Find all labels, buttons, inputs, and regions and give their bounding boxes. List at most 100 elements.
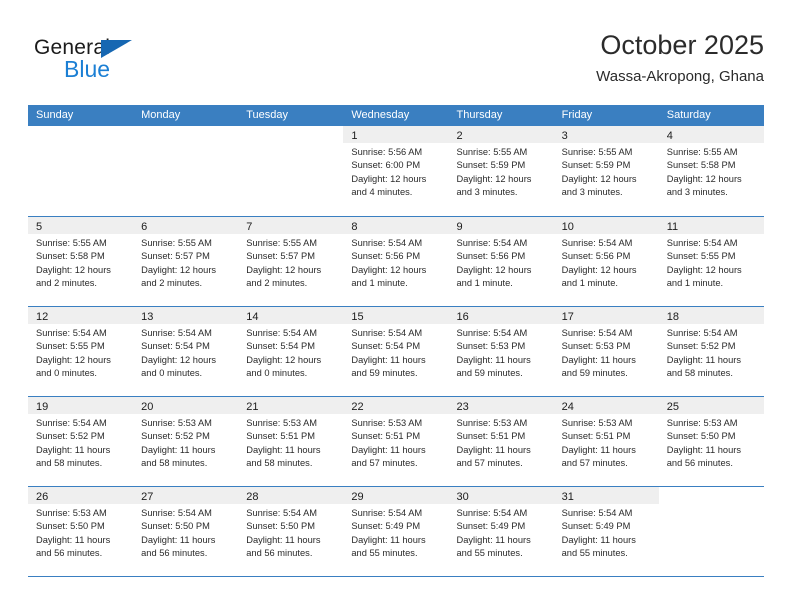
calendar-day-cell[interactable]: 10 Sunrise: 5:54 AM Sunset: 5:56 PM Dayligh… [553,217,659,306]
day-number: 21 [246,401,259,413]
day-number: 10 [561,221,574,233]
daylight-duration-line1: Daylight: 11 hours [351,534,426,545]
day-number-strip: 1 [343,126,449,143]
calendar-day-cell[interactable]: 24 Sunrise: 5:53 AM Sunset: 5:51 PM Dayligh… [553,397,659,486]
daylight-duration-line1: Daylight: 11 hours [456,354,531,365]
sunrise-time: Sunrise: 5:53 AM [666,418,738,428]
day-number: 7 [246,221,253,233]
day-number-strip: 9 [448,217,554,234]
day-number-strip: 15 [343,307,449,324]
calendar-grid: Sunday Monday Tuesday Wednesday Thursday… [28,105,764,577]
daylight-duration-line1: Daylight: 12 hours [351,264,427,275]
day-number-strip: 7 [238,217,344,234]
calendar-day-cell[interactable]: 4 Sunrise: 5:55 AM Sunset: 5:58 PM Daylight… [658,126,764,215]
day-details: Sunrise: 5:54 AM Sunset: 5:49 PM Daylight:… [343,504,448,561]
day-details: Sunrise: 5:56 AM Sunset: 6:00 PM Daylight:… [343,143,448,200]
sunrise-time: Sunrise: 5:54 AM [246,328,318,338]
calendar-week-row: 5 Sunrise: 5:55 AM Sunset: 5:58 PM Daylight… [28,216,764,306]
day-number: 15 [351,311,364,323]
calendar-day-cell[interactable]: 29 Sunrise: 5:54 AM Sunset: 5:49 PM Dayligh… [343,487,449,576]
daylight-duration-line2: and 1 minute. [456,278,513,289]
day-number: 20 [141,401,154,413]
day-number-strip [659,487,764,504]
calendar-day-cell[interactable]: 8 Sunrise: 5:54 AM Sunset: 5:56 PM Daylight… [343,217,449,306]
calendar-day-cell[interactable]: 15 Sunrise: 5:54 AM Sunset: 5:54 PM Dayligh… [343,307,449,396]
day-details: Sunrise: 5:55 AM Sunset: 5:58 PM Daylight:… [28,234,133,291]
calendar-day-cell[interactable]: 31 Sunrise: 5:54 AM Sunset: 5:49 PM Dayligh… [553,487,659,576]
sunset-time: Sunset: 5:52 PM [36,431,105,442]
daylight-duration-line1: Daylight: 12 hours [141,264,217,275]
sunset-time: Sunset: 5:50 PM [246,521,315,532]
calendar-day-cell[interactable]: 30 Sunrise: 5:54 AM Sunset: 5:49 PM Dayligh… [448,487,554,576]
day-details: Sunrise: 5:53 AM Sunset: 5:51 PM Daylight:… [449,414,554,471]
weekday-header-tuesday: Tuesday [246,109,289,121]
sunset-time: Sunset: 5:49 PM [351,521,421,532]
calendar-day-cell[interactable]: 23 Sunrise: 5:53 AM Sunset: 5:51 PM Dayligh… [448,397,554,486]
daylight-duration-line1: Daylight: 11 hours [666,354,741,365]
day-number: 24 [561,401,574,413]
daylight-duration-line2: and 59 minutes. [351,368,418,379]
daylight-duration-line1: Daylight: 11 hours [141,444,216,455]
sunrise-time: Sunrise: 5:54 AM [456,328,528,338]
day-number-strip: 31 [553,487,659,504]
day-details: Sunrise: 5:53 AM Sunset: 5:51 PM Daylight:… [343,414,448,471]
calendar-day-cell[interactable]: 3 Sunrise: 5:55 AM Sunset: 5:59 PM Daylight… [553,126,659,215]
daylight-duration-line1: Daylight: 11 hours [36,534,111,545]
calendar-day-cell[interactable]: 9 Sunrise: 5:54 AM Sunset: 5:56 PM Daylight… [448,217,554,306]
title-block: October 2025 Wassa-Akropong, Ghana [596,28,764,88]
daylight-duration-line2: and 56 minutes. [36,548,103,559]
calendar-day-cell[interactable]: 16 Sunrise: 5:54 AM Sunset: 5:53 PM Dayligh… [448,307,554,396]
sunset-time: Sunset: 5:59 PM [456,160,526,171]
calendar-day-cell[interactable]: 18 Sunrise: 5:54 AM Sunset: 5:52 PM Dayligh… [658,307,764,396]
day-number-strip: 12 [28,307,134,324]
sunset-time: Sunset: 6:00 PM [351,160,421,171]
calendar-day-cell[interactable]: 20 Sunrise: 5:53 AM Sunset: 5:52 PM Dayligh… [133,397,239,486]
day-number-strip: 17 [553,307,659,324]
daylight-duration-line2: and 3 minutes. [456,187,518,198]
daylight-duration-line2: and 4 minutes. [351,187,413,198]
calendar-day-cell[interactable]: 11 Sunrise: 5:54 AM Sunset: 5:55 PM Dayligh… [658,217,764,306]
calendar-day-cell[interactable]: 13 Sunrise: 5:54 AM Sunset: 5:54 PM Dayligh… [133,307,239,396]
calendar-day-cell[interactable]: 12 Sunrise: 5:54 AM Sunset: 5:55 PM Dayligh… [28,307,134,396]
calendar-day-cell[interactable]: 17 Sunrise: 5:54 AM Sunset: 5:53 PM Dayligh… [553,307,659,396]
sunrise-time: Sunrise: 5:55 AM [246,238,318,248]
day-number: 8 [351,221,358,233]
daylight-duration-line1: Daylight: 12 hours [666,264,742,275]
day-details: Sunrise: 5:53 AM Sunset: 5:50 PM Daylight:… [28,504,133,561]
calendar-day-cell[interactable]: 1 Sunrise: 5:56 AM Sunset: 6:00 PM Daylight… [343,126,449,215]
daylight-duration-line1: Daylight: 12 hours [36,354,111,365]
calendar-day-cell[interactable]: 26 Sunrise: 5:53 AM Sunset: 5:50 PM Dayligh… [28,487,134,576]
day-number-strip: 20 [133,397,239,414]
calendar-day-cell[interactable]: 25 Sunrise: 5:53 AM Sunset: 5:50 PM Dayligh… [658,397,764,486]
calendar-day-cell[interactable]: 28 Sunrise: 5:54 AM Sunset: 5:50 PM Dayligh… [238,487,344,576]
daylight-duration-line1: Daylight: 11 hours [36,444,111,455]
calendar-day-cell[interactable]: 2 Sunrise: 5:55 AM Sunset: 5:59 PM Daylight… [448,126,554,215]
day-number: 12 [36,311,49,323]
calendar-day-cell[interactable]: 7 Sunrise: 5:55 AM Sunset: 5:57 PM Daylight… [238,217,344,306]
daylight-duration-line1: Daylight: 12 hours [561,173,637,184]
sunrise-time: Sunrise: 5:54 AM [456,508,528,518]
calendar-day-cell[interactable]: 19 Sunrise: 5:54 AM Sunset: 5:52 PM Dayligh… [28,397,134,486]
sunset-time: Sunset: 5:49 PM [456,521,526,532]
daylight-duration-line2: and 57 minutes. [351,458,418,469]
day-number: 9 [456,221,463,233]
calendar-day-cell[interactable]: 21 Sunrise: 5:53 AM Sunset: 5:51 PM Dayligh… [238,397,344,486]
day-number: 16 [456,311,469,323]
daylight-duration-line1: Daylight: 11 hours [561,354,636,365]
daylight-duration-line2: and 55 minutes. [456,548,523,559]
calendar-day-cell[interactable]: 27 Sunrise: 5:54 AM Sunset: 5:50 PM Dayligh… [133,487,239,576]
day-details: Sunrise: 5:53 AM Sunset: 5:52 PM Daylight:… [133,414,238,471]
calendar-day-cell[interactable]: 6 Sunrise: 5:55 AM Sunset: 5:57 PM Daylight… [133,217,239,306]
day-details: Sunrise: 5:54 AM Sunset: 5:56 PM Daylight:… [343,234,448,291]
calendar-day-cell[interactable]: 22 Sunrise: 5:53 AM Sunset: 5:51 PM Dayligh… [343,397,449,486]
sunrise-time: Sunrise: 5:54 AM [561,328,633,338]
sunset-time: Sunset: 5:54 PM [246,341,315,352]
daylight-duration-line2: and 58 minutes. [36,458,103,469]
calendar-day-cell[interactable]: 5 Sunrise: 5:55 AM Sunset: 5:58 PM Daylight… [28,217,134,306]
sunrise-time: Sunrise: 5:56 AM [351,147,423,157]
calendar-day-cell-empty [133,126,238,215]
general-blue-logo[interactable]: General Blue [34,36,214,92]
calendar-day-cell[interactable]: 14 Sunrise: 5:54 AM Sunset: 5:54 PM Dayligh… [238,307,344,396]
sunset-time: Sunset: 5:51 PM [246,431,315,442]
weekday-header-monday: Monday [141,109,181,121]
